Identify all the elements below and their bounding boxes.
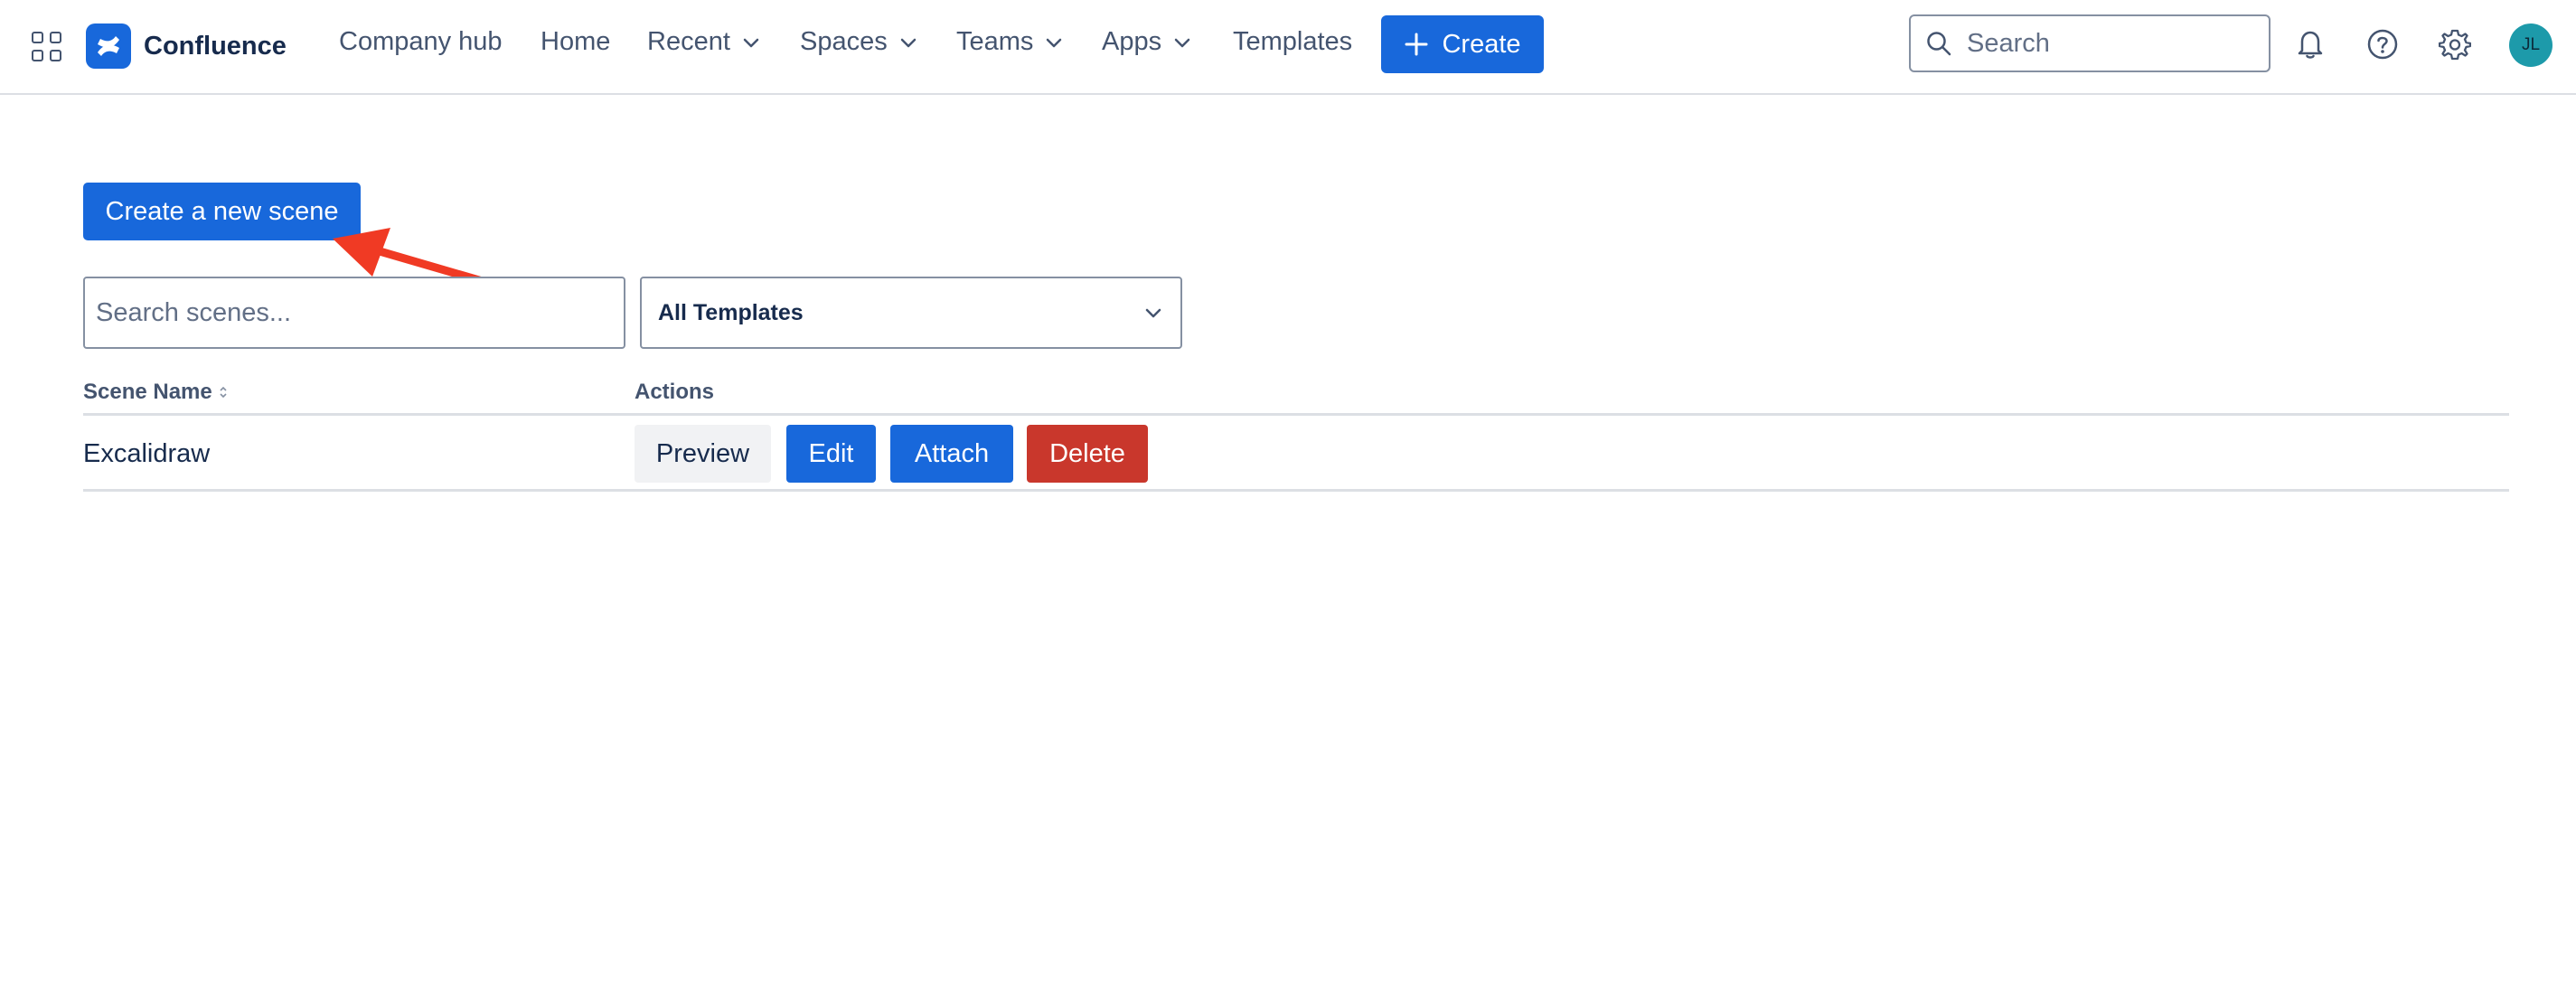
plus-icon: [1405, 33, 1428, 56]
nav-templates-label: Templates: [1233, 27, 1353, 56]
nav-home[interactable]: Home: [541, 27, 610, 57]
avatar-initials: JL: [2521, 35, 2541, 54]
nav-apps-label: Apps: [1102, 27, 1162, 56]
template-filter-value: All Templates: [658, 299, 804, 325]
help-button[interactable]: [2364, 26, 2401, 62]
app-name: Confluence: [144, 31, 287, 61]
delete-button-label: Delete: [1049, 438, 1125, 468]
nav-recent[interactable]: Recent: [647, 27, 761, 57]
gear-icon: [2439, 29, 2471, 61]
nav-spaces-label: Spaces: [800, 27, 888, 56]
column-header-scene-name-label: Scene Name: [83, 380, 212, 404]
create-button[interactable]: Create: [1381, 15, 1544, 73]
table-row: Excalidraw Preview Edit Attach Delete: [83, 418, 2509, 492]
nav-home-label: Home: [541, 27, 611, 56]
bell-icon: [2298, 31, 2323, 59]
notifications-button[interactable]: [2292, 26, 2328, 62]
create-new-scene-button[interactable]: Create a new scene: [83, 183, 361, 240]
nav-company-hub[interactable]: Company hub: [339, 27, 503, 57]
delete-button[interactable]: Delete: [1027, 425, 1148, 483]
preview-button[interactable]: Preview: [635, 425, 771, 483]
column-header-scene-name[interactable]: Scene Name: [83, 380, 229, 405]
nav-teams[interactable]: Teams: [956, 27, 1064, 57]
nav-recent-label: Recent: [647, 27, 730, 56]
nav-teams-label: Teams: [956, 27, 1034, 56]
table-header: Scene Name Actions: [83, 376, 2509, 416]
nav-templates[interactable]: Templates: [1233, 27, 1352, 57]
column-header-actions: Actions: [635, 380, 714, 405]
nav-company-hub-label: Company hub: [339, 27, 503, 56]
column-header-actions-label: Actions: [635, 380, 715, 404]
preview-button-label: Preview: [655, 438, 750, 468]
global-search-input[interactable]: [1965, 27, 2254, 60]
chevron-down-icon: [743, 38, 759, 47]
create-new-scene-label: Create a new scene: [105, 196, 339, 226]
search-icon: [1927, 32, 1951, 56]
create-button-label: Create: [1442, 29, 1521, 59]
nav-apps[interactable]: Apps: [1102, 27, 1192, 57]
confluence-logo-icon: [86, 23, 131, 69]
chevron-down-icon: [1145, 308, 1161, 318]
attach-button-label: Attach: [914, 438, 990, 468]
sort-icon: [220, 386, 227, 399]
attach-button[interactable]: Attach: [890, 425, 1013, 483]
edit-button-label: Edit: [808, 438, 854, 468]
help-icon: [2367, 29, 2398, 60]
chevron-down-icon: [1174, 38, 1190, 47]
confluence-logo[interactable]: Confluence: [86, 23, 287, 69]
settings-button[interactable]: [2437, 26, 2473, 62]
scene-search-input[interactable]: [83, 277, 625, 349]
chevron-down-icon: [900, 38, 916, 47]
chevron-down-icon: [1047, 38, 1062, 47]
avatar[interactable]: JL: [2509, 23, 2552, 67]
app-switcher-icon[interactable]: [29, 29, 65, 65]
edit-button[interactable]: Edit: [786, 425, 876, 483]
global-search[interactable]: [1909, 14, 2270, 72]
top-navigation: Confluence Company hub Home Recent Space…: [0, 0, 2576, 95]
nav-spaces[interactable]: Spaces: [800, 27, 918, 57]
scene-name-cell: Excalidraw: [83, 439, 211, 468]
template-filter-select[interactable]: All Templates: [640, 277, 1182, 349]
